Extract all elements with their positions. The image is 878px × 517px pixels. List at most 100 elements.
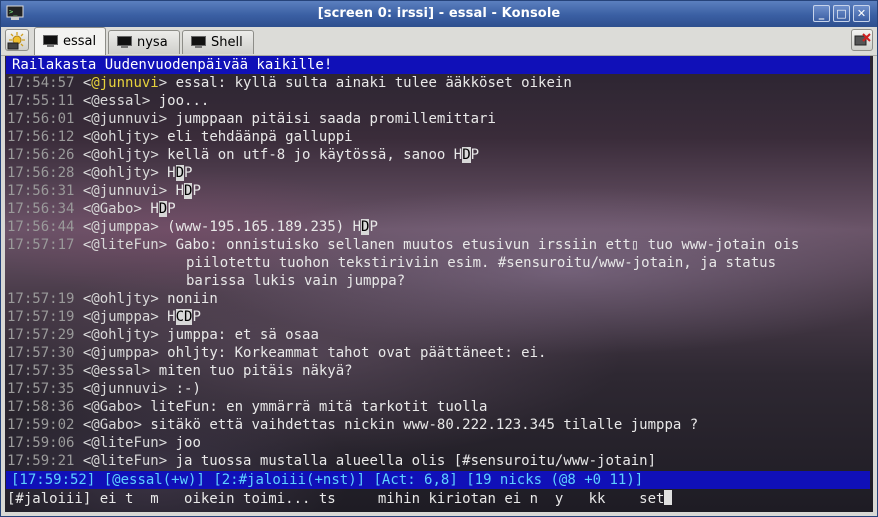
message-timestamp: 17:59:21	[7, 453, 75, 469]
message-timestamp: 17:57:35	[7, 381, 75, 397]
message-nick: @junnuvi	[91, 111, 159, 127]
message-nick: @junnuvi	[91, 75, 159, 91]
input-text[interactable]: ei t m oikein toimi... ts mihin kiriotan…	[100, 491, 665, 507]
message-text: P	[470, 147, 480, 163]
message-timestamp: 17:57:29	[7, 327, 75, 343]
close-session-icon	[854, 33, 871, 46]
message-timestamp: 17:56:26	[7, 147, 75, 163]
reverse-video-text: CD	[175, 309, 193, 325]
status-time: [17:59:52]	[11, 472, 96, 488]
message-nick: @junnuvi	[91, 381, 159, 397]
message-timestamp: 17:57:35	[7, 363, 75, 379]
message-nick: @ohljty	[91, 327, 151, 343]
chat-message: 17:57:19 <@ohljty> noniin	[7, 291, 218, 307]
chat-message: 17:56:28 <@ohljty> HDP	[7, 165, 193, 181]
terminal-tab-icon	[43, 35, 58, 47]
message-timestamp: 17:56:28	[7, 165, 75, 181]
status-user: [@essal(+w)]	[103, 472, 205, 488]
message-text: essal: kyllä sulta ainaki tulee ääkköset…	[175, 75, 572, 91]
message-timestamp: 17:57:19	[7, 291, 75, 307]
chat-message: 17:56:01 <@junnuvi> jumppaan pitäisi saa…	[7, 111, 496, 127]
message-text: H	[175, 183, 185, 199]
message-nick: @ohljty	[91, 147, 151, 163]
chat-message: 17:56:12 <@ohljty> eli tehdäänpä gallupp…	[7, 129, 353, 145]
maximize-button[interactable]: □	[833, 5, 850, 22]
message-nick: @junnuvi	[91, 183, 159, 199]
chat-message: 17:56:34 <@Gabo> HDP	[7, 201, 176, 217]
message-text: :-)	[175, 381, 201, 397]
message-text: joo...	[158, 93, 210, 109]
chat-message: 17:57:29 <@ohljty> jumppa: et sä osaa	[7, 327, 319, 343]
close-button[interactable]: ✕	[853, 5, 870, 22]
message-text: P	[192, 309, 201, 325]
message-timestamp: 17:57:17	[7, 237, 75, 253]
minimize-button[interactable]: _	[813, 5, 830, 22]
chat-message: 17:59:06 <@liteFun> joo	[7, 435, 201, 451]
chat-message: 17:57:30 <@jumppa> ohljty: Korkeammat ta…	[7, 345, 547, 361]
tab-label: Shell	[211, 35, 243, 50]
tab-essal[interactable]: essal	[34, 27, 106, 55]
message-nick: @Gabo	[91, 417, 134, 433]
chat-message: 17:56:31 <@junnuvi> HDP	[7, 183, 201, 199]
reverse-video-text: D	[158, 201, 168, 217]
message-continuation: piilotettu tuohon tekstiriviin esim. #se…	[186, 255, 777, 271]
message-nick: @essal	[91, 363, 142, 379]
message-nick: @liteFun	[91, 453, 159, 469]
message-text: P	[184, 165, 193, 181]
message-text: (www-195.165.189.235) H	[167, 219, 362, 235]
tab-nysa[interactable]: nysa	[108, 30, 180, 54]
message-nick: @jumppa	[91, 219, 151, 235]
message-timestamp: 17:56:31	[7, 183, 75, 199]
chat-message: 17:59:02 <@Gabo> sitäkö että vaihdettas …	[7, 417, 699, 433]
chat-message: 17:54:57 <@junnuvi> essal: kyllä sulta a…	[7, 75, 572, 91]
reverse-video-text: D	[462, 147, 471, 163]
message-timestamp: 17:59:02	[7, 417, 75, 433]
message-text: H	[167, 165, 176, 181]
message-text: eli tehdäänpä galluppi	[167, 129, 353, 145]
chat-message: 17:56:26 <@ohljty> kellä on utf-8 jo käy…	[7, 147, 480, 163]
tab-shell[interactable]: Shell	[182, 30, 254, 54]
reverse-video-text: D	[175, 165, 185, 181]
message-timestamp: 17:59:06	[7, 435, 75, 451]
message-nick: @jumppa	[91, 345, 151, 361]
message-text: kellä on utf-8 jo käytössä, sanoo H	[167, 147, 463, 163]
new-session-icon	[7, 32, 25, 50]
message-timestamp: 17:56:44	[7, 219, 75, 235]
message-continuation: barissa lukis vain jumppa?	[186, 273, 406, 289]
status-window: [2:#jaloiii(+nst)]	[213, 472, 366, 488]
close-session-button[interactable]	[851, 29, 873, 51]
message-timestamp: 17:54:57	[7, 75, 75, 91]
tab-label: essal	[63, 34, 97, 49]
input-line[interactable]: [#jaloiii] ei t m oikein toimi... ts mih…	[7, 489, 673, 509]
message-text: Gabo: onnistuisko sellanen muutos etusiv…	[175, 237, 800, 253]
message-text: miten tuo pitäis näkyä?	[158, 363, 353, 379]
title-bar[interactable]: >_ [screen 0: irssi] - essal - Konsole _…	[1, 1, 877, 27]
chat-message: 17:57:35 <@essal> miten tuo pitäis näkyä…	[7, 363, 353, 379]
chat-message: 17:57:35 <@junnuvi> :-)	[7, 381, 201, 397]
message-text: noniin	[167, 291, 218, 307]
tab-bar: essal nysa Shell	[1, 27, 877, 56]
terminal-tab-icon	[191, 36, 206, 48]
chat-message: 17:57:17 <@liteFun> Gabo: onnistuisko se…	[7, 237, 800, 253]
message-timestamp: 17:56:12	[7, 129, 75, 145]
window-title: [screen 0: irssi] - essal - Konsole	[317, 6, 561, 21]
message-nick: @essal	[91, 93, 142, 109]
text-cursor	[664, 490, 673, 505]
message-nick: @jumppa	[91, 309, 151, 325]
message-text: jumppa: et sä osaa	[167, 327, 319, 343]
chat-message: 17:55:11 <@essal> joo...	[7, 93, 210, 109]
input-prompt: [#jaloiii]	[7, 491, 92, 507]
message-nick: @ohljty	[91, 129, 151, 145]
terminal-area[interactable]: Railakasta Uudenvuodenpäivää kaikille! 1…	[5, 56, 873, 512]
message-timestamp: 17:58:36	[7, 399, 75, 415]
message-nick: @Gabo	[91, 399, 134, 415]
tab-label: nysa	[137, 35, 168, 50]
message-text: joo	[175, 435, 201, 451]
message-text: sitäkö että vaihdettas nickin www-80.222…	[150, 417, 699, 433]
message-nick: @Gabo	[91, 201, 134, 217]
message-nick: @liteFun	[91, 435, 159, 451]
new-session-button[interactable]	[5, 29, 29, 51]
message-text: liteFun: en ymmärrä mitä tarkotit tuolla	[150, 399, 488, 415]
message-text: P	[369, 219, 378, 235]
message-timestamp: 17:56:01	[7, 111, 75, 127]
